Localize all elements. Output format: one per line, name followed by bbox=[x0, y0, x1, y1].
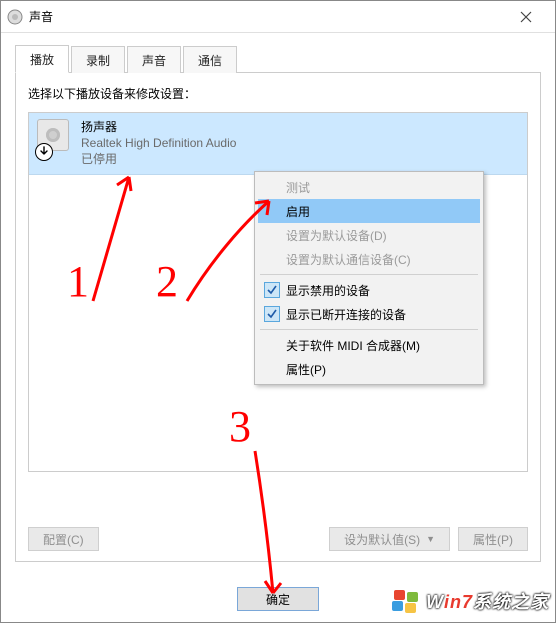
instruction-text: 选择以下播放设备来修改设置： bbox=[28, 85, 528, 102]
panel-button-row: 配置(C) 设为默认值(S) ▼ 属性(P) bbox=[28, 527, 528, 551]
device-subtitle: Realtek High Definition Audio bbox=[81, 135, 236, 151]
menu-label: 显示已断开连接的设备 bbox=[286, 306, 406, 323]
device-name: 扬声器 bbox=[81, 119, 236, 135]
tab-recording[interactable]: 录制 bbox=[71, 46, 125, 73]
app-icon bbox=[7, 9, 23, 25]
menu-separator-2 bbox=[260, 329, 478, 330]
tab-comm[interactable]: 通信 bbox=[183, 46, 237, 73]
close-button[interactable] bbox=[503, 1, 549, 33]
properties-button[interactable]: 属性(P) bbox=[458, 527, 528, 551]
menu-test[interactable]: 测试 bbox=[258, 175, 480, 199]
menu-label: 显示禁用的设备 bbox=[286, 282, 370, 299]
tab-playback[interactable]: 播放 bbox=[15, 45, 69, 73]
menu-separator-1 bbox=[260, 274, 478, 275]
window-title: 声音 bbox=[29, 8, 503, 25]
device-list[interactable]: 扬声器 Realtek High Definition Audio 已停用 测试… bbox=[28, 112, 528, 472]
chevron-down-icon: ▼ bbox=[426, 534, 435, 544]
menu-set-default[interactable]: 设置为默认设备(D) bbox=[258, 223, 480, 247]
device-status: 已停用 bbox=[81, 151, 236, 167]
context-menu: 测试 启用 设置为默认设备(D) 设置为默认通信设备(C) 显示禁用的设备 显示… bbox=[254, 171, 484, 385]
playback-panel: 选择以下播放设备来修改设置： 扬声器 Realtek High Definiti… bbox=[15, 73, 541, 562]
menu-show-disabled[interactable]: 显示禁用的设备 bbox=[258, 278, 480, 302]
sound-dialog: 声音 播放 录制 声音 通信 选择以下播放设备来修改设置： bbox=[0, 0, 556, 623]
device-text: 扬声器 Realtek High Definition Audio 已停用 bbox=[81, 119, 236, 168]
disabled-overlay-icon bbox=[35, 143, 53, 161]
menu-about-midi[interactable]: 关于软件 MIDI 合成器(M) bbox=[258, 333, 480, 357]
titlebar: 声音 bbox=[1, 1, 555, 33]
check-icon bbox=[264, 306, 280, 322]
menu-show-disconnected[interactable]: 显示已断开连接的设备 bbox=[258, 302, 480, 326]
device-item-speakers[interactable]: 扬声器 Realtek High Definition Audio 已停用 bbox=[29, 113, 527, 175]
check-icon bbox=[264, 282, 280, 298]
tab-strip: 播放 录制 声音 通信 bbox=[15, 45, 541, 73]
dialog-footer: 确定 bbox=[1, 576, 555, 622]
menu-set-comm[interactable]: 设置为默认通信设备(C) bbox=[258, 247, 480, 271]
menu-properties[interactable]: 属性(P) bbox=[258, 357, 480, 381]
set-default-label: 设为默认值(S) bbox=[344, 531, 420, 548]
menu-enable[interactable]: 启用 bbox=[258, 199, 480, 223]
dialog-body: 播放 录制 声音 通信 选择以下播放设备来修改设置： 扬声器 Realte bbox=[1, 33, 555, 622]
device-icon-wrap bbox=[37, 119, 71, 159]
set-default-button[interactable]: 设为默认值(S) ▼ bbox=[329, 527, 450, 551]
right-buttons: 设为默认值(S) ▼ 属性(P) bbox=[329, 527, 528, 551]
ok-button[interactable]: 确定 bbox=[237, 587, 319, 611]
configure-button[interactable]: 配置(C) bbox=[28, 527, 99, 551]
tab-sounds[interactable]: 声音 bbox=[127, 46, 181, 73]
